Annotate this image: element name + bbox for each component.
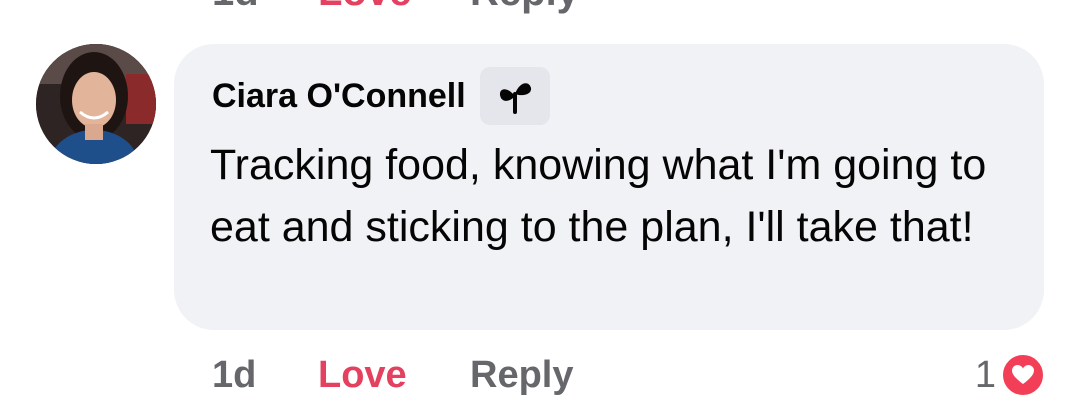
previous-comment-love-button[interactable]: Love — [318, 0, 411, 15]
reaction-summary[interactable]: 1 — [975, 350, 1046, 400]
reaction-count: 1 — [974, 353, 996, 396]
reply-button[interactable]: Reply — [470, 350, 573, 400]
sprout-icon[interactable] — [479, 67, 550, 125]
comment-bubble[interactable]: Ciara O'Connell Tracking food, knowing w… — [174, 44, 1044, 330]
avatar[interactable] — [36, 44, 156, 164]
love-button[interactable]: Love — [318, 350, 407, 400]
avatar-photo — [36, 44, 156, 164]
author-name[interactable]: Ciara O'Connell — [212, 77, 466, 116]
comment-text: Tracking food, knowing what I'm going to… — [210, 141, 987, 251]
previous-comment-actions: 1d Love Reply — [0, 0, 1080, 14]
previous-comment-reply-button[interactable]: Reply — [470, 0, 579, 15]
heart-icon — [1000, 352, 1046, 398]
comment-header: Ciara O'Connell — [212, 67, 550, 125]
previous-comment-time: 1d — [212, 0, 259, 15]
comment-actions: 1d Love Reply 1 — [0, 350, 1080, 406]
comment-time[interactable]: 1d — [212, 350, 256, 400]
